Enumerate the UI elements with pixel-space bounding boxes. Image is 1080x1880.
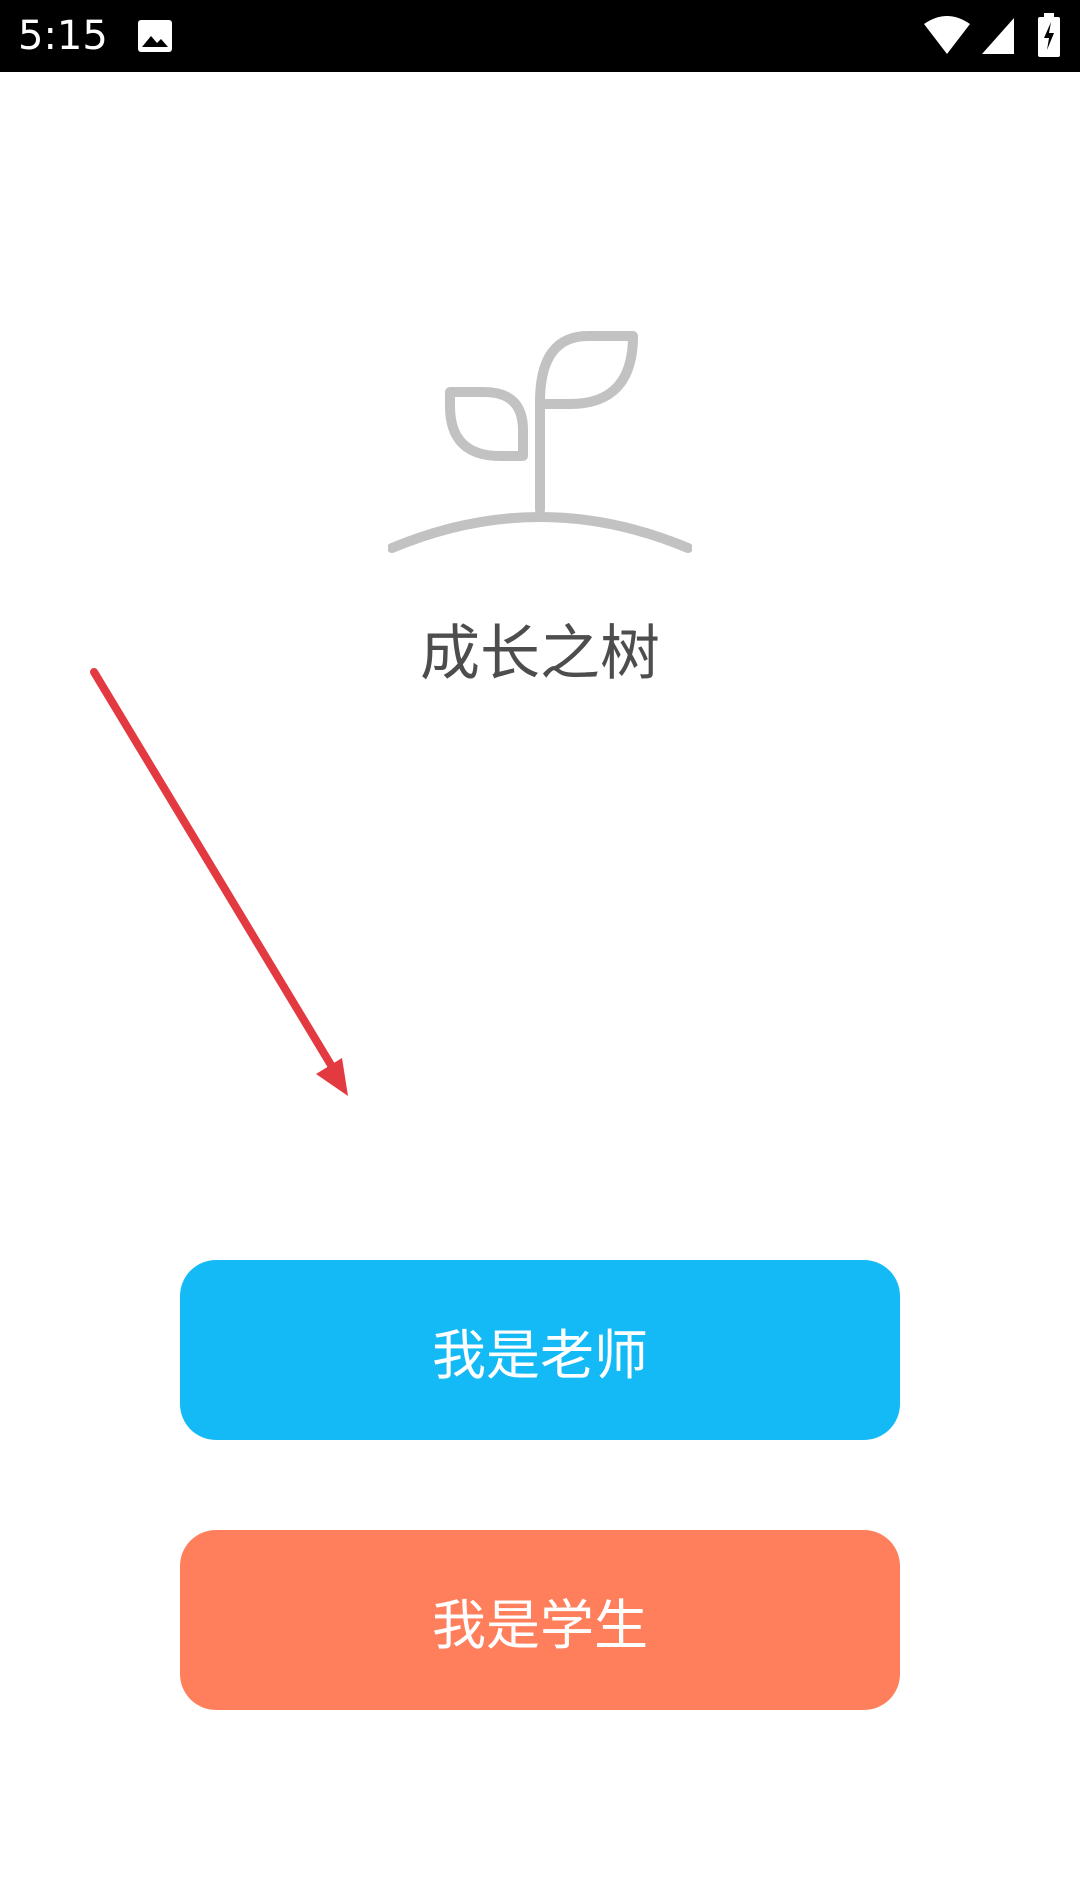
- cellular-signal-icon: [982, 18, 1014, 54]
- student-button[interactable]: 我是学生: [180, 1530, 900, 1710]
- red-arrow-annotation-icon: [90, 668, 348, 1096]
- status-bar: 5:15: [0, 0, 1080, 72]
- image-icon: [138, 20, 172, 52]
- battery-charging-icon: [1038, 13, 1060, 57]
- teacher-button[interactable]: 我是老师: [180, 1260, 900, 1440]
- status-time: 5:15: [18, 13, 108, 59]
- sprout-icon: [388, 331, 692, 553]
- wifi-icon: [924, 16, 970, 54]
- app-screen: 5:15 成长之树 我是老师 我是学生: [0, 0, 1080, 1880]
